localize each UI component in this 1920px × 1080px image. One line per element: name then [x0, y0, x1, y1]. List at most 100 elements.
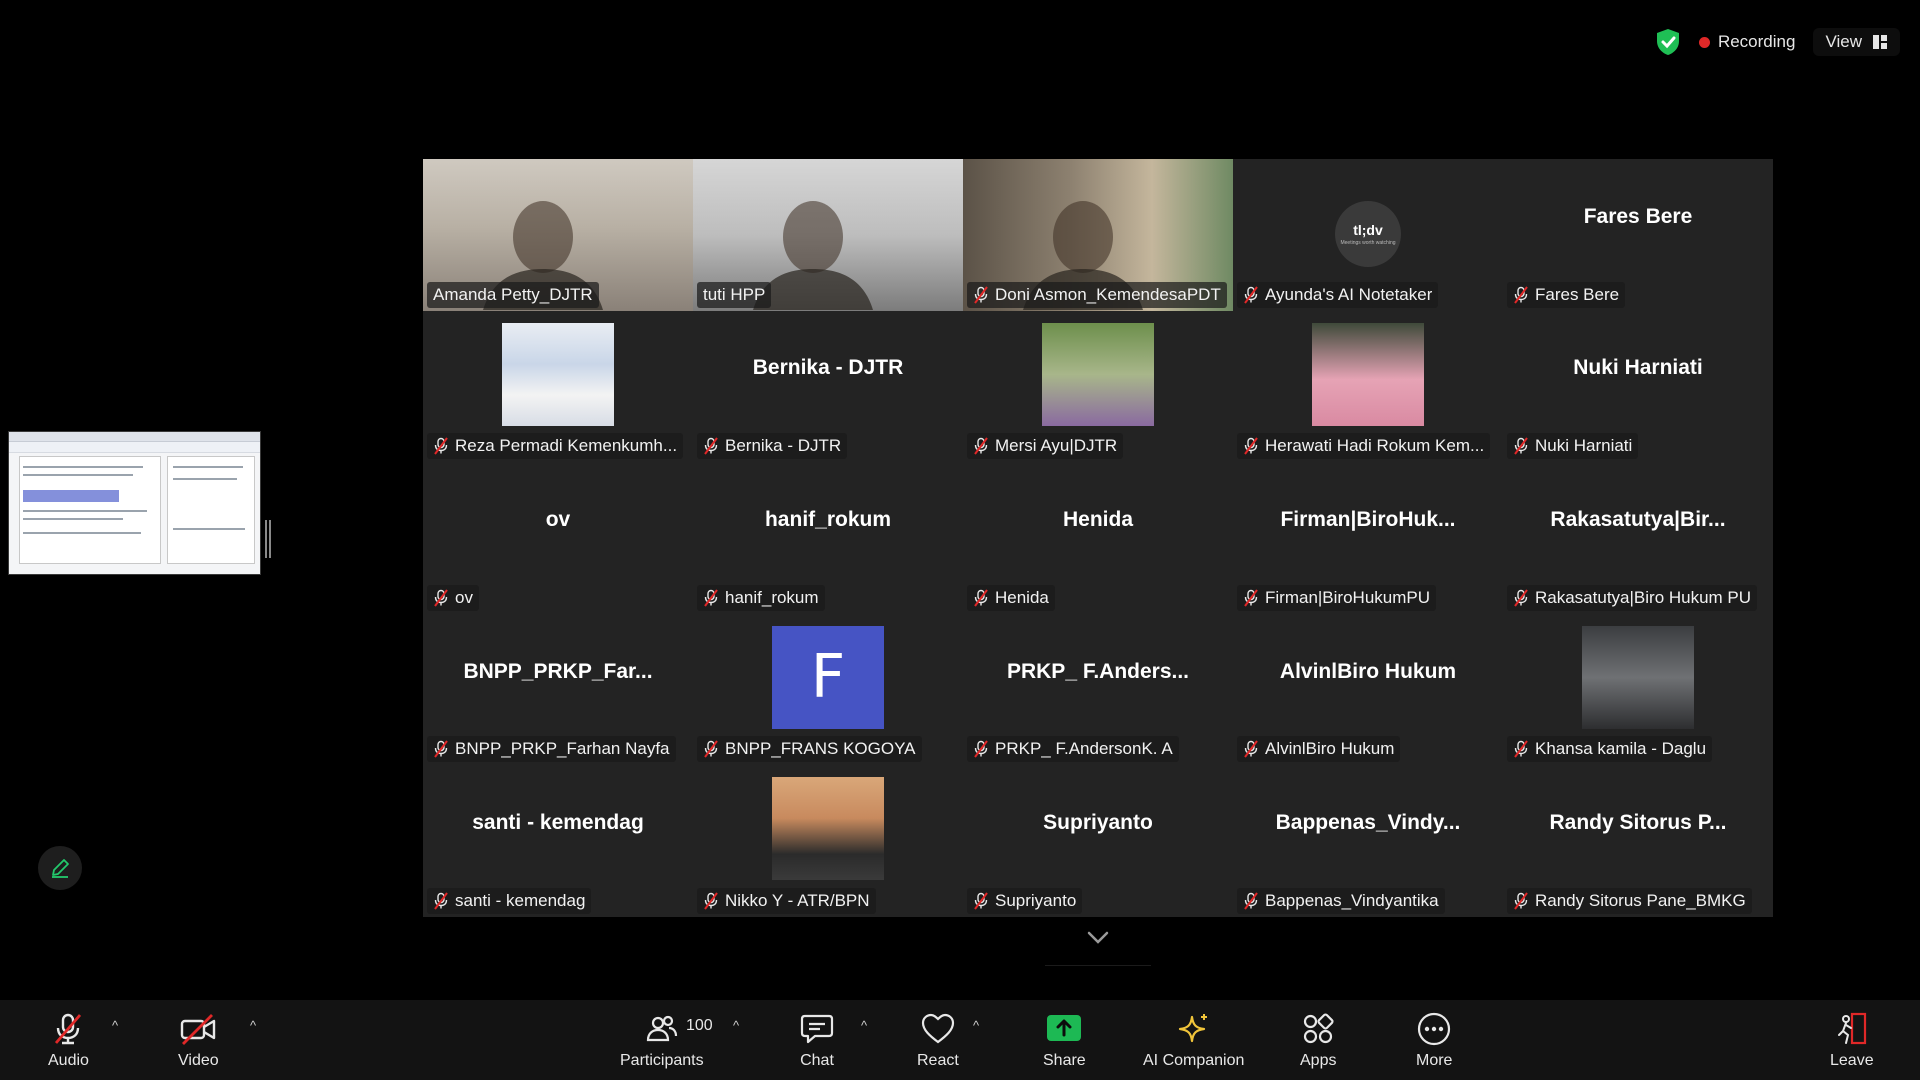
view-button[interactable]: View	[1813, 28, 1900, 56]
share-button[interactable]: Share	[1043, 1010, 1086, 1070]
participant-tile[interactable]: ov ov	[423, 462, 693, 614]
participant-tile[interactable]: Doni Asmon_KemendesaPDT	[963, 159, 1233, 311]
participant-name-label: Bernika - DJTR	[697, 433, 848, 460]
participant-tile[interactable]: Mersi Ayu|DJTR	[963, 310, 1233, 463]
participants-icon	[646, 1015, 677, 1042]
thumbnail-text-line	[173, 466, 243, 468]
annotate-pen-button[interactable]	[38, 846, 82, 890]
participant-name: Reza Permadi Kemenkumh...	[455, 436, 678, 456]
meeting-status-bar: Recording View	[1655, 24, 1900, 60]
participant-tile[interactable]: Rakasatutya|Bir... Rakasatutya|Biro Hukum…	[1503, 462, 1773, 614]
thumbnail-side-panel	[167, 456, 255, 564]
participant-name-label: Khansa kamila - Daglu	[1507, 736, 1713, 763]
participant-tile[interactable]: Herawati Hadi Rokum Kem...	[1233, 310, 1503, 463]
react-options-caret-icon[interactable]: ^	[973, 1018, 979, 1033]
participant-name: Bappenas_Vindyantika	[1265, 890, 1439, 910]
participant-display-name: Bappenas_Vindy...	[1275, 811, 1461, 835]
shield-check-icon[interactable]	[1655, 28, 1681, 56]
participant-name: Mersi Ayu|DJTR	[995, 436, 1118, 456]
apps-label: Apps	[1300, 1052, 1337, 1069]
participant-name-label: Fares Bere	[1507, 281, 1626, 308]
participant-tile[interactable]: F BNPP_FRANS KOGOYA	[693, 613, 963, 766]
ai-companion-label: AI Companion	[1143, 1052, 1245, 1069]
participant-tile[interactable]: tl;dv Meetings worth watching Ayunda's AI …	[1233, 159, 1503, 311]
meeting-toolbar: Audio ^ Video ^ Participants 100 ^ Chat …	[0, 1000, 1920, 1080]
muted-microphone-icon	[434, 437, 448, 455]
video-button[interactable]: Video	[178, 1010, 219, 1070]
muted-microphone-icon	[704, 740, 718, 758]
participant-name-label: Amanda Petty_DJTR	[427, 281, 599, 308]
participant-tile[interactable]: tuti HPP	[693, 159, 963, 311]
participant-tile[interactable]: Amanda Petty_DJTR	[423, 159, 693, 311]
muted-microphone-icon	[434, 589, 448, 607]
muted-microphone-icon	[1244, 740, 1258, 758]
view-label: View	[1825, 32, 1862, 51]
thumbnail-drag-handle[interactable]	[265, 520, 271, 558]
muted-microphone-icon	[974, 285, 988, 304]
participant-tile[interactable]: AlvinlBiro Hukum AlvinlBiro Hukum	[1233, 613, 1503, 766]
audio-button[interactable]: Audio	[48, 1010, 89, 1070]
shared-screen-thumbnail[interactable]	[8, 431, 261, 575]
participant-tile[interactable]: Bernika - DJTR Bernika - DJTR	[693, 310, 963, 463]
microphone-muted-icon	[55, 1013, 82, 1045]
participant-tile[interactable]: Nuki Harniati Nuki Harniati	[1503, 310, 1773, 463]
participant-name: hanif_rokum	[725, 587, 819, 607]
participant-name-label: ov	[427, 584, 479, 611]
participant-tile[interactable]: Fares Bere Fares Bere	[1503, 159, 1773, 311]
react-button[interactable]: React	[917, 1010, 959, 1070]
apps-button[interactable]: Apps	[1300, 1010, 1336, 1070]
participant-display-name: BNPP_PRKP_Far...	[463, 659, 653, 683]
participant-name-label: PRKP_ F.AndersonK. A	[967, 736, 1179, 763]
tldv-logo-tagline: Meetings worth watching	[1340, 240, 1396, 246]
thumbnail-ribbon	[9, 442, 260, 453]
participant-tile[interactable]: Henida Henida	[963, 462, 1233, 614]
participants-options-caret-icon[interactable]: ^	[733, 1018, 739, 1033]
chat-button[interactable]: Chat	[799, 1010, 835, 1070]
participant-tile[interactable]: PRKP_ F.Anders... PRKP_ F.AndersonK. A	[963, 613, 1233, 766]
participant-display-name: PRKP_ F.Anders...	[1006, 659, 1190, 683]
participant-tile[interactable]: Reza Permadi Kemenkumh...	[423, 310, 693, 463]
participant-tile[interactable]: Nikko Y - ATR/BPN	[693, 765, 963, 917]
participant-display-name: Bernika - DJTR	[752, 356, 904, 380]
video-options-caret-icon[interactable]: ^	[250, 1018, 256, 1033]
participant-name: Supriyanto	[995, 890, 1077, 910]
participant-tile[interactable]: hanif_rokum hanif_rokum	[693, 462, 963, 614]
chat-bubble-icon	[800, 1014, 834, 1044]
leave-button[interactable]: Leave	[1830, 1010, 1874, 1070]
muted-microphone-icon	[704, 892, 718, 910]
participant-name-label: tuti HPP	[697, 281, 772, 308]
participant-name-label: Reza Permadi Kemenkumh...	[427, 433, 684, 460]
participant-display-name: ov	[545, 507, 571, 531]
participant-tile[interactable]: Randy Sitorus P... Randy Sitorus Pane_BMK…	[1503, 765, 1773, 917]
participant-tile[interactable]: Bappenas_Vindy... Bappenas_Vindyantika	[1233, 765, 1503, 917]
participant-name-label: Bappenas_Vindyantika	[1237, 887, 1445, 914]
participant-tile[interactable]: BNPP_PRKP_Far... BNPP_PRKP_Farhan Nayfa	[423, 613, 693, 766]
participant-name-label: Nuki Harniati	[1507, 433, 1639, 460]
participant-tile[interactable]: Supriyanto Supriyanto	[963, 765, 1233, 917]
chat-options-caret-icon[interactable]: ^	[861, 1018, 867, 1033]
participant-name: Henida	[995, 587, 1049, 607]
participant-display-name: Rakasatutya|Bir...	[1550, 507, 1726, 531]
pen-icon	[52, 859, 69, 878]
participant-name-label: Henida	[967, 584, 1055, 611]
recording-label: Recording	[1717, 32, 1796, 51]
participant-name: PRKP_ F.AndersonK. A	[995, 739, 1173, 759]
ai-companion-button[interactable]: AI Companion	[1143, 1010, 1244, 1070]
participant-name: Herawati Hadi Rokum Kem...	[1265, 436, 1485, 456]
participant-tile[interactable]: Khansa kamila - Daglu	[1503, 613, 1773, 766]
initial-avatar: F	[772, 625, 884, 729]
participant-tile[interactable]: Firman|BiroHuk... Firman|BiroHukumPU	[1233, 462, 1503, 614]
participant-name: tuti HPP	[703, 284, 766, 304]
gallery-scroll-down-icon[interactable]	[1086, 928, 1110, 948]
participant-display-name: hanif_rokum	[764, 507, 892, 531]
participant-name: Amanda Petty_DJTR	[433, 284, 593, 304]
more-button[interactable]: More	[1416, 1010, 1452, 1070]
participant-tile[interactable]: santi - kemendag santi - kemendag	[423, 765, 693, 917]
audio-options-caret-icon[interactable]: ^	[112, 1018, 118, 1033]
thumbnail-text-line	[23, 466, 143, 468]
react-label: React	[917, 1052, 959, 1069]
share-label: Share	[1043, 1052, 1086, 1069]
recording-indicator[interactable]: Recording	[1698, 32, 1796, 52]
participant-name-label: Supriyanto	[967, 887, 1083, 914]
tldv-logo: tl;dv Meetings worth watching	[1335, 201, 1401, 267]
